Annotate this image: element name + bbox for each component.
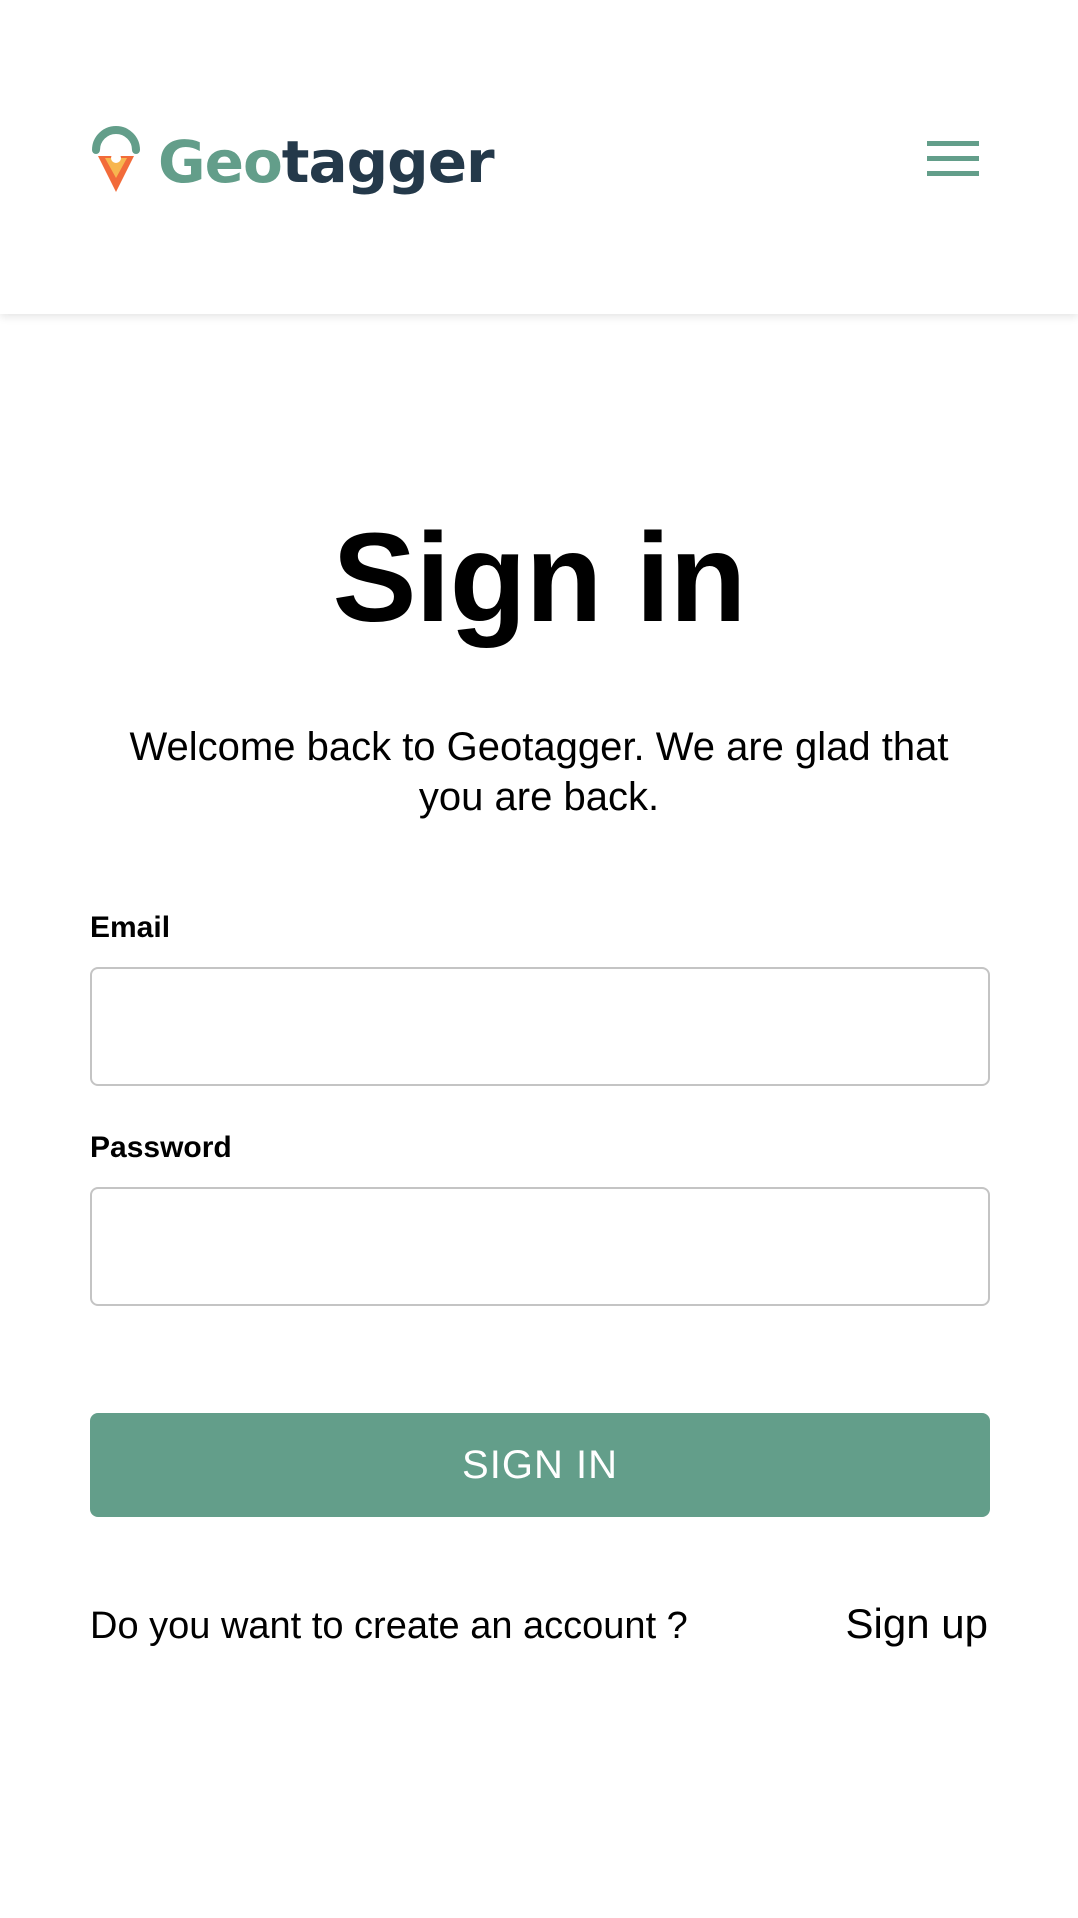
sign-up-link[interactable]: Sign up: [846, 1603, 988, 1645]
geotagger-logo[interactable]: Geotagger: [90, 112, 495, 204]
email-label: Email: [90, 911, 171, 944]
hamburger-menu-icon: [927, 141, 979, 176]
hamburger-menu-button[interactable]: [918, 134, 988, 184]
logo-wordmark: Geotagger: [158, 133, 495, 191]
logo-text-tagger: tagger: [281, 128, 495, 196]
sign-in-button[interactable]: SIGN IN: [90, 1413, 990, 1517]
app-header: Geotagger: [0, 0, 1078, 314]
logo-text-geo: Geo: [158, 128, 283, 196]
welcome-message: Welcome back to Geotagger. We are glad t…: [129, 725, 949, 819]
create-account-prompt: Do you want to create an account ?: [90, 1605, 688, 1647]
email-input[interactable]: [90, 967, 990, 1086]
password-label: Password: [90, 1131, 232, 1164]
page-title: Sign in: [332, 507, 747, 648]
password-input[interactable]: [90, 1187, 990, 1306]
map-pin-logo-icon: [92, 126, 140, 192]
